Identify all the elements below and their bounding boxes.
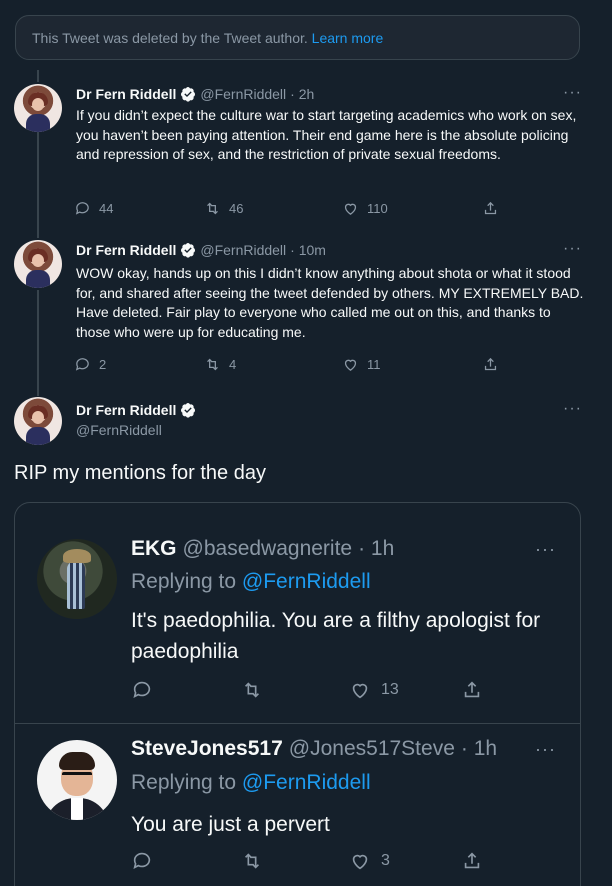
retweet-count: 4 (229, 357, 237, 372)
tweet-time[interactable]: · 2h (290, 86, 314, 102)
reply-button[interactable]: 2 (74, 356, 106, 373)
share-icon (484, 357, 497, 371)
avatar[interactable] (37, 740, 117, 820)
tweet-actions: 2 4 11 (74, 356, 504, 376)
heart-icon (344, 359, 357, 371)
replying-to-label: Replying to (131, 771, 237, 794)
author-name[interactable]: SteveJones517 (131, 737, 283, 761)
avatar[interactable] (14, 240, 62, 288)
reply-time[interactable]: · 1h (461, 737, 497, 761)
share-icon (464, 852, 480, 869)
retweet-button[interactable]: 4 (204, 356, 236, 373)
verified-badge-icon (180, 402, 196, 418)
tweet-time[interactable]: · 10m (290, 242, 326, 258)
tweet-header: Dr Fern Riddell @FernRiddell · 2h (76, 86, 314, 102)
reply-button[interactable]: 44 (74, 200, 113, 217)
share-button[interactable] (461, 850, 483, 872)
reply-icon (133, 852, 151, 869)
retweet-icon (207, 358, 218, 371)
like-count: 11 (367, 357, 381, 372)
like-button[interactable]: 11 (342, 356, 381, 373)
retweet-count: 46 (229, 201, 244, 216)
more-options-icon[interactable]: ··· (563, 240, 582, 258)
author-handle[interactable]: @FernRiddell (200, 86, 286, 102)
retweet-button[interactable] (241, 679, 263, 701)
reply-count: 2 (99, 357, 107, 372)
more-options-icon[interactable]: ··· (563, 400, 582, 418)
deleted-tweet-notice: This Tweet was deleted by the Tweet auth… (15, 15, 580, 60)
tweet-handle-row: @FernRiddell (76, 422, 162, 438)
heart-icon (352, 683, 368, 699)
like-button[interactable]: 13 (349, 679, 399, 701)
divider (15, 723, 580, 724)
retweet-icon (207, 202, 218, 215)
thread-line (37, 70, 39, 82)
tweet-header: Dr Fern Riddell (76, 402, 196, 418)
reply-icon (75, 358, 89, 371)
more-options-icon[interactable]: ··· (535, 539, 556, 560)
reply-icon (75, 202, 89, 215)
like-button[interactable]: 3 (349, 850, 390, 872)
author-name[interactable]: Dr Fern Riddell (76, 402, 176, 418)
reply-count: 44 (99, 201, 114, 216)
share-button[interactable] (461, 679, 483, 701)
like-count: 110 (367, 201, 388, 216)
thread-line (37, 290, 39, 396)
retweet-icon (244, 682, 260, 698)
tweet-actions: 44 46 110 (74, 200, 504, 220)
reply-actions: 13 (131, 679, 501, 705)
verified-badge-icon (180, 242, 196, 258)
author-name[interactable]: EKG (131, 537, 177, 561)
tweet-text: WOW okay, hands up on this I didn’t know… (76, 265, 584, 340)
deleted-notice-text: This Tweet was deleted by the Tweet auth… (32, 30, 308, 46)
reply-button[interactable] (131, 679, 153, 701)
like-count: 13 (381, 681, 399, 698)
reply-icon (133, 681, 151, 698)
author-handle[interactable]: @Jones517Steve (289, 737, 455, 761)
reply-header: SteveJones517 @Jones517Steve · 1h (131, 737, 497, 761)
reply-text: You are just a pervert (131, 813, 330, 836)
author-handle[interactable]: @FernRiddell (200, 242, 286, 258)
tweet-header: Dr Fern Riddell @FernRiddell · 10m (76, 242, 326, 258)
tweet-text: If you didn’t expect the culture war to … (76, 107, 577, 162)
author-name[interactable]: Dr Fern Riddell (76, 86, 176, 102)
author-name[interactable]: Dr Fern Riddell (76, 242, 176, 258)
reply-header: EKG @basedwagnerite · 1h (131, 537, 394, 561)
retweet-icon (244, 853, 260, 869)
share-icon (484, 201, 497, 215)
more-options-icon[interactable]: ··· (535, 739, 556, 760)
more-options-icon[interactable]: ··· (563, 84, 582, 102)
reply-time[interactable]: · 1h (358, 537, 394, 561)
replying-to-label: Replying to (131, 570, 237, 593)
mention-link[interactable]: @FernRiddell (242, 570, 371, 593)
replying-to: Replying to @FernRiddell (131, 570, 371, 594)
like-button[interactable]: 110 (342, 200, 388, 217)
tweet-thread-page: This Tweet was deleted by the Tweet auth… (0, 0, 612, 886)
quoted-replies-card[interactable]: EKG @basedwagnerite · 1h ··· Replying to… (14, 502, 581, 886)
like-count: 3 (381, 852, 390, 869)
share-button[interactable] (482, 356, 499, 373)
retweet-button[interactable]: 46 (204, 200, 243, 217)
avatar[interactable] (14, 84, 62, 132)
replying-to: Replying to @FernRiddell (131, 771, 371, 795)
main-tweet-text: RIP my mentions for the day (14, 462, 266, 484)
reply-text: It's paedophilia. You are a filthy apolo… (131, 609, 541, 663)
mention-link[interactable]: @FernRiddell (242, 771, 371, 794)
author-handle[interactable]: @basedwagnerite (183, 537, 353, 561)
share-icon (464, 681, 480, 698)
author-handle[interactable]: @FernRiddell (76, 422, 162, 438)
heart-icon (352, 854, 368, 870)
heart-icon (344, 203, 357, 215)
avatar[interactable] (14, 397, 62, 445)
reply-actions: 3 (131, 850, 501, 876)
retweet-button[interactable] (241, 850, 263, 872)
learn-more-link[interactable]: Learn more (312, 30, 384, 46)
reply-button[interactable] (131, 850, 153, 872)
thread-line (37, 132, 39, 238)
share-button[interactable] (482, 200, 499, 217)
avatar[interactable] (37, 539, 117, 619)
verified-badge-icon (180, 86, 196, 102)
